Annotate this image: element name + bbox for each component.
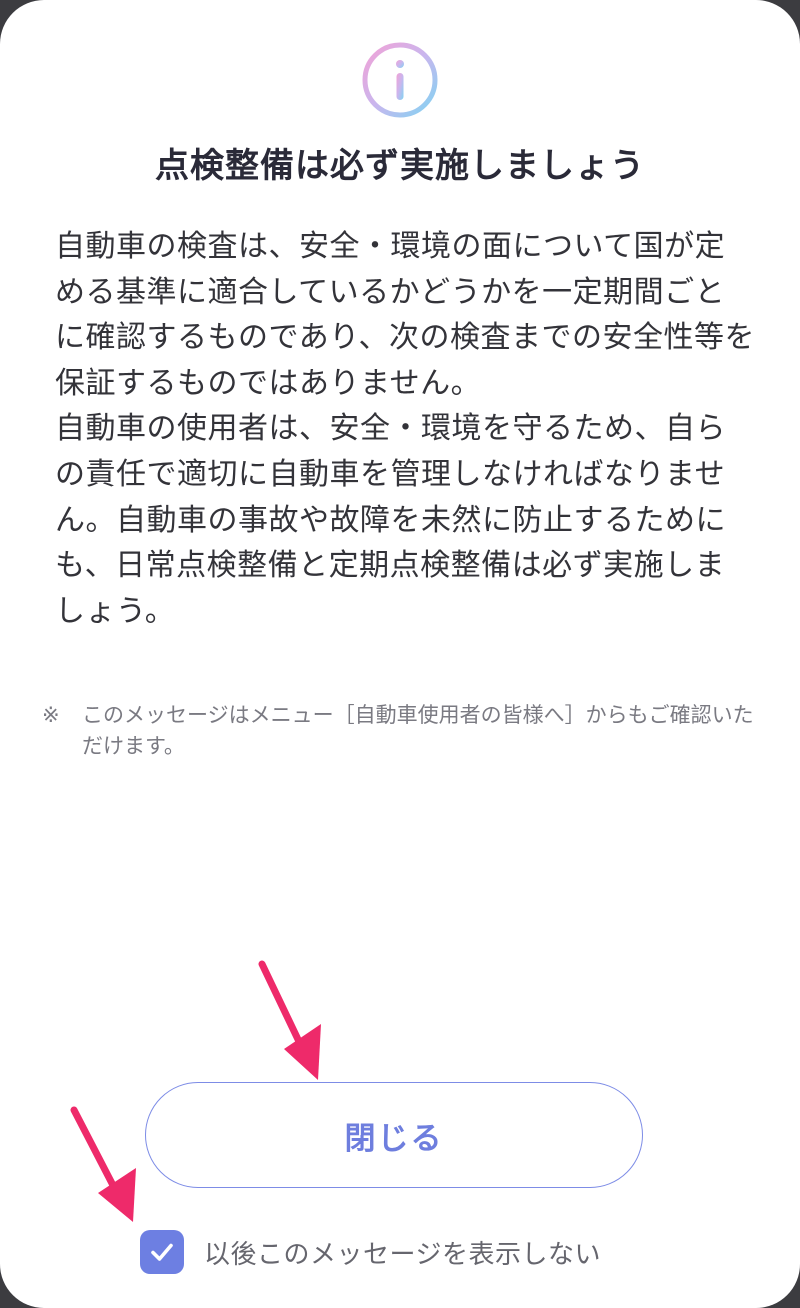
dialog-note: ※ このメッセージはメニュー［自動車使用者の皆様へ］からもご確認いただけます。	[42, 700, 762, 762]
info-icon	[362, 42, 438, 118]
dont-show-again-checkbox[interactable]	[140, 1230, 184, 1274]
close-button[interactable]: 閉じる	[145, 1082, 643, 1188]
checkmark-icon	[151, 1243, 173, 1261]
dialog-body: 自動車の検査は、安全・環境の面について国が定める基準に適合しているかどうかを一定…	[55, 224, 755, 634]
notice-dialog: 点検整備は必ず実施しましょう 自動車の検査は、安全・環境の面について国が定める基…	[0, 0, 800, 1308]
body-paragraph: 自動車の検査は、安全・環境の面について国が定める基準に適合しているかどうかを一定…	[55, 229, 755, 401]
note-text: このメッセージはメニュー［自動車使用者の皆様へ］からもご確認いただけます。	[82, 703, 754, 758]
arrow-to-close-button	[258, 960, 321, 1080]
dont-show-again-checkbox-row[interactable]: 以後このメッセージを表示しない	[140, 1228, 601, 1276]
body-paragraph: 自動車の使用者は、安全・環境を守るため、自らの責任で適切に自動車を管理しなければ…	[55, 411, 726, 629]
arrow-to-checkbox	[70, 1106, 136, 1222]
dialog-title: 点検整備は必ず実施しましょう	[155, 146, 645, 186]
close-button-label: 閉じる	[344, 1120, 444, 1157]
note-mark: ※	[42, 703, 60, 727]
dont-show-again-label: 以後このメッセージを表示しない	[204, 1239, 601, 1270]
